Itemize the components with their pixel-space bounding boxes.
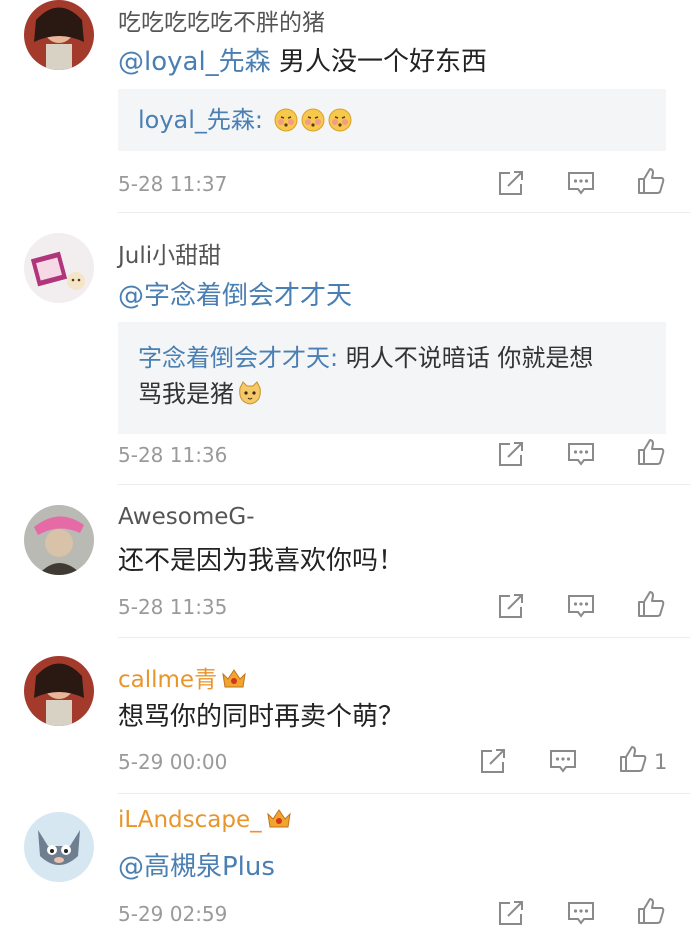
divider (118, 484, 690, 485)
timestamp: 5-28 11:37 (118, 172, 228, 196)
timestamp: 5-29 00:00 (118, 750, 228, 774)
reply-button[interactable] (566, 591, 596, 621)
repost-icon (499, 901, 523, 925)
avatar[interactable] (24, 233, 94, 303)
comment-icon (568, 443, 594, 466)
like-icon (638, 168, 665, 194)
repost-icon (499, 442, 523, 466)
quote-text: 明人不说暗话 你就是想 (345, 344, 594, 372)
username[interactable]: callme青 (118, 660, 247, 696)
reply-button[interactable] (566, 898, 596, 928)
comment-body: 男人没一个好东西 (278, 47, 487, 77)
like-icon (620, 746, 647, 772)
username[interactable]: 吃吃吃吃吃不胖的猪 (118, 3, 325, 37)
like-button[interactable] (636, 589, 666, 619)
username[interactable]: AwesomeG- (118, 504, 255, 530)
username-text[interactable]: callme青 (118, 667, 217, 693)
repost-button[interactable] (496, 591, 526, 621)
comment-icon (568, 172, 594, 195)
mention-link[interactable]: @字念着倒会才才天 (118, 281, 352, 311)
timestamp: 5-28 11:36 (118, 443, 228, 467)
blush-emoji (328, 106, 352, 142)
quoted-reply[interactable]: 字念着倒会才才天: 明人不说暗话 你就是想 骂我是猪 (118, 322, 666, 434)
repost-icon (481, 749, 505, 773)
repost-icon (499, 171, 523, 195)
like-icon (638, 439, 665, 465)
divider (118, 793, 690, 794)
repost-icon (499, 594, 523, 618)
repost-button[interactable] (496, 439, 526, 469)
repost-button[interactable] (478, 746, 508, 776)
timestamp: 5-29 02:59 (118, 902, 228, 926)
username[interactable]: iLAndscape_ (118, 806, 292, 836)
like-button[interactable] (636, 437, 666, 467)
like-icon (638, 898, 665, 924)
username-text[interactable]: iLAndscape_ (118, 807, 262, 833)
comment-text: 想骂你的同时再卖个萌？ (118, 696, 404, 733)
avatar[interactable] (24, 0, 94, 70)
repost-button[interactable] (496, 898, 526, 928)
comment-icon (550, 750, 576, 773)
crown-icon (221, 666, 247, 696)
reply-button[interactable] (566, 439, 596, 469)
like-button[interactable] (636, 896, 666, 926)
comment-text: 还不是因为我喜欢你吗！ (118, 540, 404, 577)
comment-body: 想骂你的同时再卖个萌？ (118, 702, 405, 732)
comment-text: @loyal_先森 男人没一个好东西 (118, 41, 487, 78)
comment-text: @高槻泉Plus (118, 846, 275, 883)
username[interactable]: Juli小甜甜 (118, 236, 221, 270)
timestamp: 5-28 11:35 (118, 595, 228, 619)
avatar[interactable] (24, 505, 94, 575)
comment-icon (568, 902, 594, 925)
comment-text: @字念着倒会才才天 (118, 275, 352, 312)
reply-button[interactable] (548, 746, 578, 776)
quote-text: 骂我是猪 (138, 380, 234, 408)
avatar[interactable] (24, 812, 94, 882)
like-count: 1 (654, 750, 668, 774)
cat-emoji (237, 380, 263, 416)
comment-icon (568, 595, 594, 618)
like-button[interactable] (636, 166, 666, 196)
crown-icon (266, 806, 292, 836)
blush-emoji (301, 106, 325, 142)
like-button[interactable] (618, 744, 648, 774)
quote-author[interactable]: loyal_先森: (138, 106, 263, 134)
comment-body: 还不是因为我喜欢你吗！ (118, 546, 405, 576)
mention-link[interactable]: @高槻泉Plus (118, 852, 275, 882)
quote-author[interactable]: 字念着倒会才才天: (138, 344, 338, 372)
blush-emoji (274, 106, 298, 142)
divider (118, 212, 690, 213)
avatar[interactable] (24, 656, 94, 726)
quoted-reply[interactable]: loyal_先森: (118, 89, 666, 151)
mention-link[interactable]: @loyal_先森 (118, 47, 271, 77)
reply-button[interactable] (566, 168, 596, 198)
repost-button[interactable] (496, 168, 526, 198)
like-icon (638, 591, 665, 617)
divider (118, 637, 690, 638)
